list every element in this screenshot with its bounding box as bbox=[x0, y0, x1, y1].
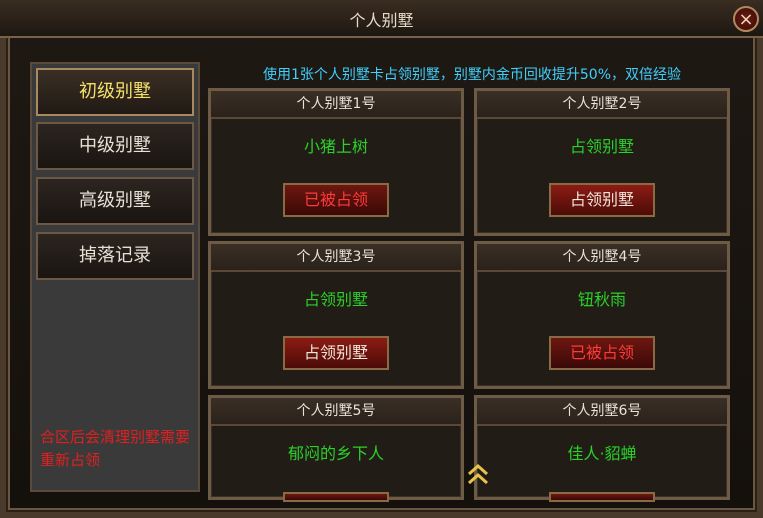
villa-owner: 占领别墅 bbox=[303, 290, 368, 309]
villa-owner: 钮秋雨 bbox=[577, 290, 626, 309]
tab-drop-record[interactable]: 掉落记录 bbox=[36, 232, 194, 280]
villa-occupied-button[interactable]: 已被占领 bbox=[283, 183, 389, 217]
close-button[interactable]: × bbox=[733, 6, 759, 32]
villa-card-4: 个人别墅4号 钮秋雨 已被占领 bbox=[474, 241, 730, 389]
villa-occupied-button[interactable]: 已被占领 bbox=[549, 336, 655, 370]
villa-owner: 小猪上树 bbox=[303, 137, 368, 156]
merge-server-note: 合区后会清理别墅需要重新占领 bbox=[40, 428, 191, 469]
villa-occupied-button[interactable] bbox=[549, 492, 655, 502]
villa-card-5: 个人别墅5号 郁闷的乡下人 bbox=[208, 395, 464, 502]
sidebar: 初级别墅 中级别墅 高级别墅 掉落记录 合区后会清理别墅需要重新占领 bbox=[30, 62, 200, 492]
villa-title: 个人别墅1号 bbox=[211, 91, 461, 119]
tab-senior-villa[interactable]: 高级别墅 bbox=[36, 177, 194, 225]
villa-title: 个人别墅2号 bbox=[477, 91, 727, 119]
villa-owner: 郁闷的乡下人 bbox=[287, 444, 384, 463]
occupy-villa-button[interactable]: 占领别墅 bbox=[283, 336, 389, 370]
tab-intermediate-villa[interactable]: 中级别墅 bbox=[36, 122, 194, 170]
villa-card-2: 个人别墅2号 占领别墅 占领别墅 bbox=[474, 88, 730, 236]
villa-owner: 佳人·貂蝉 bbox=[567, 444, 637, 463]
usage-tip: 使用1张个人别墅卡占领别墅，别墅内金币回收提升50%，双倍经验 bbox=[262, 67, 682, 83]
villa-card-3: 个人别墅3号 占领别墅 占领别墅 bbox=[208, 241, 464, 389]
villa-title: 个人别墅3号 bbox=[211, 244, 461, 272]
villa-card-1: 个人别墅1号 小猪上树 已被占领 bbox=[208, 88, 464, 236]
villa-title: 个人别墅4号 bbox=[477, 244, 727, 272]
villa-title: 个人别墅5号 bbox=[211, 398, 461, 426]
villa-occupied-button[interactable] bbox=[283, 492, 389, 502]
title-bar: 个人别墅 × bbox=[0, 0, 763, 38]
villa-owner: 占领别墅 bbox=[569, 137, 634, 156]
villa-title: 个人别墅6号 bbox=[477, 398, 727, 426]
villa-card-6: 个人别墅6号 佳人·貂蝉 bbox=[474, 395, 730, 502]
villa-panel: 使用1张个人别墅卡占领别墅，别墅内金币回收提升50%，双倍经验 个人别墅1号 小… bbox=[204, 62, 740, 502]
scroll-up-icon[interactable] bbox=[467, 462, 489, 488]
tab-junior-villa[interactable]: 初级别墅 bbox=[36, 68, 194, 116]
window-title: 个人别墅 bbox=[349, 11, 414, 30]
occupy-villa-button[interactable]: 占领别墅 bbox=[549, 183, 655, 217]
